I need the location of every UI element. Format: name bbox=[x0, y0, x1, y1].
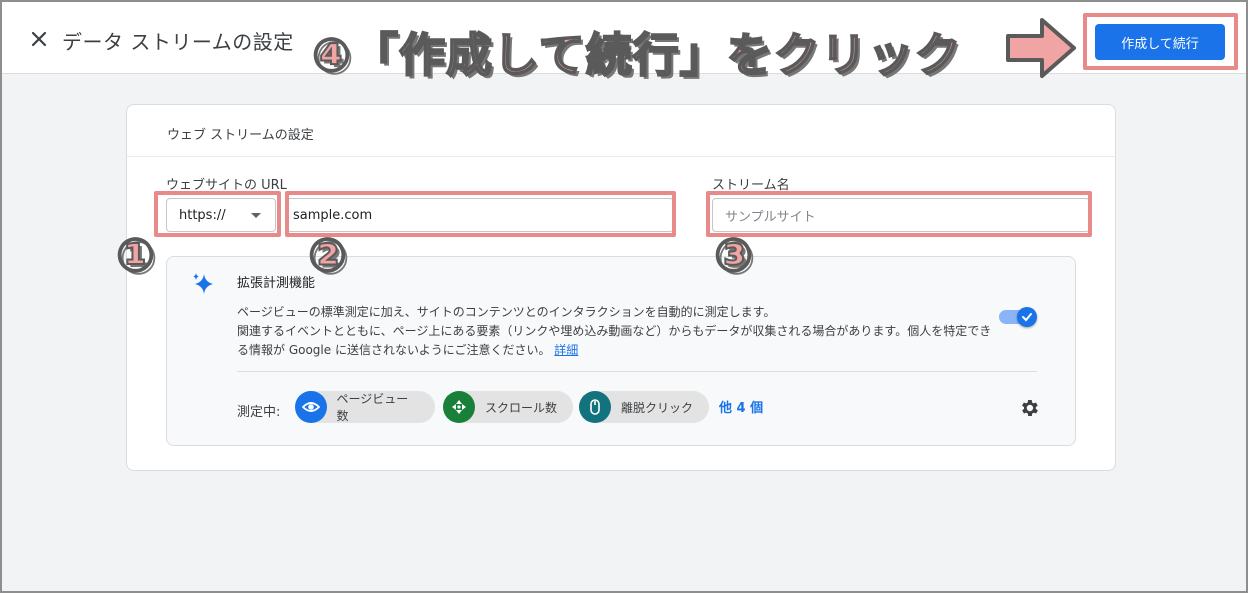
annotation-number-2: ② bbox=[307, 227, 348, 283]
annotation-headline: ④「作成して続行」をクリック bbox=[311, 27, 962, 83]
card-header: ウェブ ストリームの設定 bbox=[127, 105, 1115, 157]
measuring-label: 測定中: bbox=[237, 405, 281, 420]
toggle-knob bbox=[1017, 307, 1037, 327]
annotation-number-1: ① bbox=[115, 227, 156, 283]
highlight-create-button bbox=[1083, 13, 1238, 70]
chip-label: スクロール数 bbox=[485, 400, 558, 415]
more-events-link[interactable]: 他 4 個 bbox=[719, 397, 763, 416]
scroll-icon bbox=[443, 391, 475, 423]
desc-line-3: る情報が Google に送信されないようにご注意ください。 bbox=[237, 343, 551, 357]
page-title: データ ストリームの設定 bbox=[62, 30, 294, 54]
enhanced-measurement-panel: 拡張計測機能 ページビューの標準測定に加え、サイトのコンテンツとのインタラクショ… bbox=[166, 256, 1076, 446]
chip-label: ページビュー数 bbox=[336, 392, 409, 423]
chip-page-views[interactable]: ページビュー数 bbox=[295, 391, 435, 423]
chip-label: 離脱クリック bbox=[621, 400, 694, 415]
divider bbox=[237, 371, 1037, 372]
highlight-stream-name bbox=[706, 191, 1092, 237]
sparkle-icon bbox=[193, 273, 213, 294]
details-link[interactable]: 詳細 bbox=[554, 343, 578, 357]
enhanced-measurement-toggle[interactable] bbox=[999, 307, 1037, 327]
eye-icon bbox=[295, 391, 327, 423]
highlight-protocol bbox=[154, 191, 281, 237]
mouse-icon bbox=[579, 391, 611, 423]
card-title: ウェブ ストリームの設定 bbox=[167, 128, 314, 143]
chip-outbound-clicks[interactable]: 離脱クリック bbox=[579, 391, 709, 423]
enhanced-measurement-description: ページビューの標準測定に加え、サイトのコンテンツとのインタラクションを自動的に測… bbox=[237, 303, 997, 360]
close-icon[interactable] bbox=[30, 30, 48, 48]
desc-line-1: ページビューの標準測定に加え、サイトのコンテンツとのインタラクションを自動的に測… bbox=[237, 305, 776, 319]
desc-line-2: 関連するイベントとともに、ページ上にある要素（リンクや埋め込み動画など）からもデ… bbox=[237, 324, 992, 338]
arrow-right-icon bbox=[1006, 18, 1076, 78]
check-icon bbox=[1022, 313, 1032, 322]
annotation-number-3: ③ bbox=[713, 227, 754, 283]
app-frame: データ ストリームの設定 作成して続行 ウェブ ストリームの設定 ウェブサイトの… bbox=[0, 0, 1248, 593]
enhanced-measurement-title: 拡張計測機能 bbox=[237, 276, 316, 291]
gear-icon[interactable] bbox=[1018, 397, 1040, 419]
chip-scrolls[interactable]: スクロール数 bbox=[443, 391, 573, 423]
